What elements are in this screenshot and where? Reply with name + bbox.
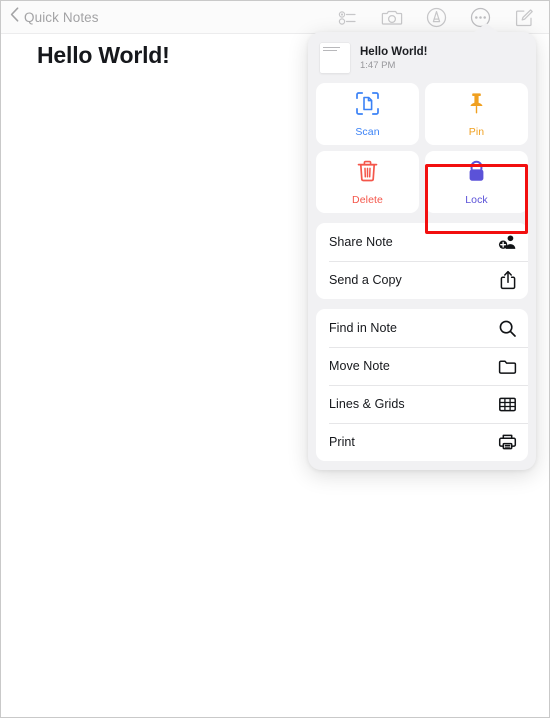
trash-icon [355,159,380,189]
printer-icon [498,433,517,452]
menu-item-print[interactable]: Print [316,423,528,461]
menu-item-find-in-note-label: Find in Note [329,321,397,335]
menu-item-find-in-note[interactable]: Find in Note [316,309,528,347]
menu-item-lines-and-grids-label: Lines & Grids [329,397,405,411]
menu-item-move-note[interactable]: Move Note [316,347,528,385]
note-title: Hello World! [37,42,170,68]
menu-item-send-a-copy[interactable]: Send a Copy [316,261,528,299]
document-scan-icon [355,91,380,121]
share-people-icon [498,233,517,252]
lock-action-label: Lock [465,193,488,206]
menu-group-share: Share Note Send a Copy [316,223,528,299]
magnifier-icon [498,319,517,338]
chevron-left-icon [10,7,19,27]
menu-item-lines-and-grids[interactable]: Lines & Grids [316,385,528,423]
note-thumbnail [320,43,350,73]
quick-action-grid: Scan Pin Delete Lock [316,83,528,213]
menu-item-share-note[interactable]: Share Note [316,223,528,261]
top-toolbar: Quick Notes [1,1,549,34]
menu-item-move-note-label: Move Note [329,359,390,373]
lock-action-button[interactable]: Lock [425,151,528,213]
popover-note-header: Hello World! 1:47 PM [316,41,528,83]
scan-action-button[interactable]: Scan [316,83,419,145]
camera-icon[interactable] [381,7,403,29]
scan-action-label: Scan [355,125,380,138]
pin-action-button[interactable]: Pin [425,83,528,145]
back-button-label: Quick Notes [24,9,99,25]
menu-item-share-note-label: Share Note [329,235,393,249]
share-up-arrow-icon [498,270,517,290]
popover-note-time: 1:47 PM [360,59,396,71]
checklist-icon[interactable] [337,7,359,29]
compose-icon[interactable] [513,7,535,29]
markup-pen-icon[interactable] [425,7,447,29]
pin-icon [464,91,489,121]
lock-icon [464,159,489,189]
grid-icon [498,395,517,414]
delete-action-button[interactable]: Delete [316,151,419,213]
menu-item-print-label: Print [329,435,355,449]
popover-arrow [473,23,499,33]
popover-note-title: Hello World! [360,45,428,58]
note-options-popover: Hello World! 1:47 PM Scan Pin Delete Loc… [308,32,536,470]
pin-action-label: Pin [468,125,485,138]
folder-icon [498,357,517,376]
toolbar-icon-group [337,1,535,34]
delete-action-label: Delete [352,193,383,206]
menu-item-send-a-copy-label: Send a Copy [329,273,402,287]
notes-app-window: Quick Notes Hello World! Hello World! 1:… [0,0,550,718]
back-to-quick-notes-button[interactable]: Quick Notes [10,7,99,27]
menu-group-note-tools: Find in Note Move Note Lines & Grids Pri… [316,309,528,461]
